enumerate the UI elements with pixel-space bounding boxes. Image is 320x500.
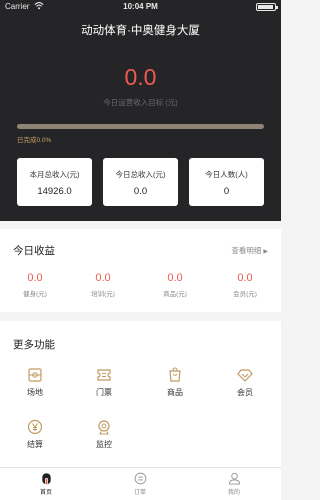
stat-card-today-visitors[interactable]: 今日人数(人) 0	[189, 158, 264, 206]
function-membership[interactable]: 会员	[225, 367, 265, 398]
stat-value: 0.0	[133, 186, 148, 197]
progress-label: 已完成0.0%	[17, 137, 52, 144]
tab-profile[interactable]: 我的	[214, 472, 254, 496]
stat-card-today-income[interactable]: 今日总收入(元) 0.0	[103, 158, 178, 206]
income-item-membership: 0.0 会员(元)	[225, 272, 265, 298]
yen-icon	[27, 419, 43, 435]
revenue-progress-bar	[17, 124, 264, 129]
stat-label: 今日总收入(元)	[115, 170, 166, 179]
function-goods[interactable]: 商品	[155, 367, 195, 398]
diamond-icon	[237, 369, 253, 382]
income-label: 培训(元)	[91, 291, 115, 298]
income-value: 0.0	[27, 272, 43, 284]
tab-label: 我的	[227, 490, 240, 496]
function-settlement[interactable]: 结算	[15, 419, 55, 450]
income-value: 0.0	[167, 272, 183, 284]
function-label: 监控	[96, 440, 112, 449]
order-icon	[134, 472, 146, 485]
function-label: 门票	[96, 388, 112, 397]
tab-label: 订单	[133, 490, 146, 496]
page-title: 动动体育·中奥健身大厦	[81, 25, 200, 37]
stats-row: 本月总收入(元) 14926.0 今日总收入(元) 0.0 今日人数(人) 0	[17, 158, 264, 206]
income-value: 0.0	[237, 272, 253, 284]
today-revenue-label: 今日运营收入目标 (元)	[103, 98, 178, 107]
income-item-training: 0.0 培训(元)	[83, 272, 123, 298]
function-ticket[interactable]: 门票	[84, 367, 124, 398]
income-label: 会员(元)	[233, 291, 257, 298]
triangle-right-icon: ▶	[263, 249, 268, 255]
stat-label: 本月总收入(元)	[29, 170, 80, 179]
home-icon	[41, 473, 51, 485]
function-label: 会员	[237, 388, 253, 397]
today-income-section: 今日收益 查看明细 ▶ 0.0 健身(元) 0.0 培训(元) 0.0 商品(元)…	[0, 229, 281, 312]
tab-label: 首页	[39, 490, 52, 496]
stat-value: 14926.0	[37, 186, 72, 197]
income-label: 健身(元)	[23, 291, 47, 298]
status-bar: Carrier 10:04 PM	[0, 0, 281, 14]
function-monitor[interactable]: 监控	[84, 419, 124, 450]
income-label: 商品(元)	[163, 291, 187, 298]
profile-icon	[228, 472, 240, 485]
stat-label: 今日人数(人)	[205, 170, 248, 179]
section-title: 更多功能	[13, 339, 55, 351]
section-title: 今日收益	[13, 245, 55, 257]
battery-icon	[256, 3, 278, 11]
income-item-fitness: 0.0 健身(元)	[15, 272, 55, 298]
tab-home[interactable]: 首页	[26, 472, 66, 496]
today-revenue-value: 0.0	[124, 64, 157, 90]
tab-orders[interactable]: 订单	[120, 472, 160, 496]
status-time: 10:04 PM	[123, 2, 158, 11]
function-label: 结算	[27, 440, 43, 449]
more-functions-section: 更多功能 场地 门票 商品 会员 结算 监控	[0, 321, 281, 467]
stat-card-month-income[interactable]: 本月总收入(元) 14926.0	[17, 158, 92, 206]
header-panel: Carrier 10:04 PM 动动体育·中奥健身大厦 0.0 今日运营收入目…	[0, 0, 281, 221]
stat-value: 0	[223, 186, 230, 197]
venue-icon	[28, 368, 42, 382]
function-venue[interactable]: 场地	[15, 367, 55, 398]
income-value: 0.0	[95, 272, 111, 284]
view-details-label: 查看明细	[231, 246, 262, 255]
camera-icon	[98, 420, 110, 435]
income-item-goods: 0.0 商品(元)	[155, 272, 195, 298]
view-details-link[interactable]: 查看明细 ▶	[231, 245, 268, 256]
tab-bar: 首页 订单 我的	[0, 467, 281, 500]
ticket-icon	[97, 369, 111, 381]
function-label: 场地	[27, 388, 43, 397]
goods-icon	[169, 367, 181, 382]
function-label: 商品	[167, 388, 183, 397]
